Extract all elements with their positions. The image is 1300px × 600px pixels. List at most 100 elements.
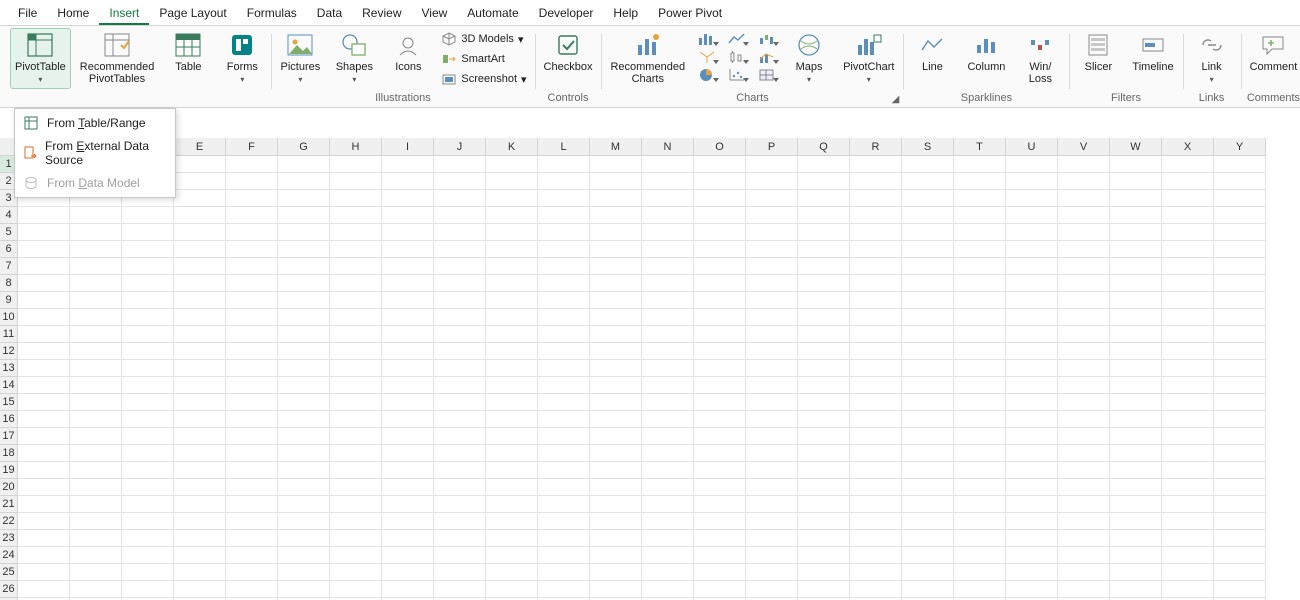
row-header[interactable]: 21 <box>0 496 18 513</box>
column-header[interactable]: J <box>434 138 486 156</box>
cell[interactable] <box>122 428 174 445</box>
cell[interactable] <box>174 360 226 377</box>
row-header[interactable]: 7 <box>0 258 18 275</box>
pie-chart-button[interactable] <box>694 66 720 83</box>
cell[interactable] <box>902 207 954 224</box>
cell[interactable] <box>486 309 538 326</box>
cell[interactable] <box>746 292 798 309</box>
cell[interactable] <box>122 258 174 275</box>
cell[interactable] <box>1058 224 1110 241</box>
cell[interactable] <box>434 156 486 173</box>
cell[interactable] <box>278 479 330 496</box>
cell[interactable] <box>590 496 642 513</box>
cell[interactable] <box>850 343 902 360</box>
cell[interactable] <box>954 445 1006 462</box>
cell[interactable] <box>1214 309 1266 326</box>
cell[interactable] <box>746 190 798 207</box>
waterfall-chart-button[interactable] <box>754 30 780 47</box>
cell[interactable] <box>1006 513 1058 530</box>
cell[interactable] <box>226 564 278 581</box>
cell[interactable] <box>798 326 850 343</box>
cell[interactable] <box>902 292 954 309</box>
cell[interactable] <box>278 190 330 207</box>
cell[interactable] <box>642 224 694 241</box>
cell[interactable] <box>694 547 746 564</box>
cell[interactable] <box>122 496 174 513</box>
cell[interactable] <box>1110 496 1162 513</box>
cell[interactable] <box>850 190 902 207</box>
cell[interactable] <box>70 258 122 275</box>
tab-automate[interactable]: Automate <box>457 2 528 25</box>
cell[interactable] <box>590 394 642 411</box>
column-chart-button[interactable] <box>694 30 720 47</box>
cell[interactable] <box>434 241 486 258</box>
cell[interactable] <box>174 513 226 530</box>
cell[interactable] <box>122 241 174 258</box>
cell[interactable] <box>954 224 1006 241</box>
cell[interactable] <box>70 394 122 411</box>
column-header[interactable]: I <box>382 138 434 156</box>
cell[interactable] <box>1058 581 1110 598</box>
cell[interactable] <box>850 156 902 173</box>
cell[interactable] <box>226 258 278 275</box>
cell[interactable] <box>486 326 538 343</box>
cell[interactable] <box>70 445 122 462</box>
cell[interactable] <box>538 292 590 309</box>
column-header[interactable]: V <box>1058 138 1110 156</box>
cell[interactable] <box>798 258 850 275</box>
cell[interactable] <box>1058 292 1110 309</box>
column-header[interactable]: M <box>590 138 642 156</box>
cell[interactable] <box>382 547 434 564</box>
cell[interactable] <box>486 428 538 445</box>
cell[interactable] <box>694 479 746 496</box>
cell[interactable] <box>902 411 954 428</box>
cell[interactable] <box>278 581 330 598</box>
cell[interactable] <box>174 479 226 496</box>
cell[interactable] <box>902 428 954 445</box>
cell[interactable] <box>1110 513 1162 530</box>
cell[interactable] <box>1162 343 1214 360</box>
cell[interactable] <box>1162 207 1214 224</box>
cell[interactable] <box>954 411 1006 428</box>
cell[interactable] <box>1214 547 1266 564</box>
cell[interactable] <box>382 173 434 190</box>
cell[interactable] <box>486 207 538 224</box>
cell[interactable] <box>434 275 486 292</box>
cell[interactable] <box>694 581 746 598</box>
cell[interactable] <box>122 292 174 309</box>
cell[interactable] <box>642 581 694 598</box>
cell[interactable] <box>902 513 954 530</box>
cell[interactable] <box>70 309 122 326</box>
cell[interactable] <box>1162 190 1214 207</box>
cell[interactable] <box>538 547 590 564</box>
cell[interactable] <box>1058 462 1110 479</box>
cell[interactable] <box>1162 428 1214 445</box>
cell[interactable] <box>850 207 902 224</box>
statistic-chart-button[interactable] <box>724 48 750 65</box>
cell[interactable] <box>538 513 590 530</box>
cell[interactable] <box>486 241 538 258</box>
cell[interactable] <box>70 292 122 309</box>
cell[interactable] <box>850 496 902 513</box>
cell[interactable] <box>278 275 330 292</box>
cell[interactable] <box>1058 411 1110 428</box>
cell[interactable] <box>18 275 70 292</box>
cell[interactable] <box>1162 462 1214 479</box>
cell[interactable] <box>122 394 174 411</box>
cell[interactable] <box>70 547 122 564</box>
cell[interactable] <box>1110 207 1162 224</box>
cell[interactable] <box>330 377 382 394</box>
cell[interactable] <box>642 309 694 326</box>
cell[interactable] <box>1162 394 1214 411</box>
cell[interactable] <box>590 275 642 292</box>
cell[interactable] <box>278 564 330 581</box>
cell[interactable] <box>122 377 174 394</box>
cell[interactable] <box>18 207 70 224</box>
cell[interactable] <box>642 496 694 513</box>
cell[interactable] <box>174 581 226 598</box>
cell[interactable] <box>330 564 382 581</box>
cell[interactable] <box>1110 462 1162 479</box>
cell[interactable] <box>694 360 746 377</box>
cell[interactable] <box>850 445 902 462</box>
cell[interactable] <box>1006 292 1058 309</box>
